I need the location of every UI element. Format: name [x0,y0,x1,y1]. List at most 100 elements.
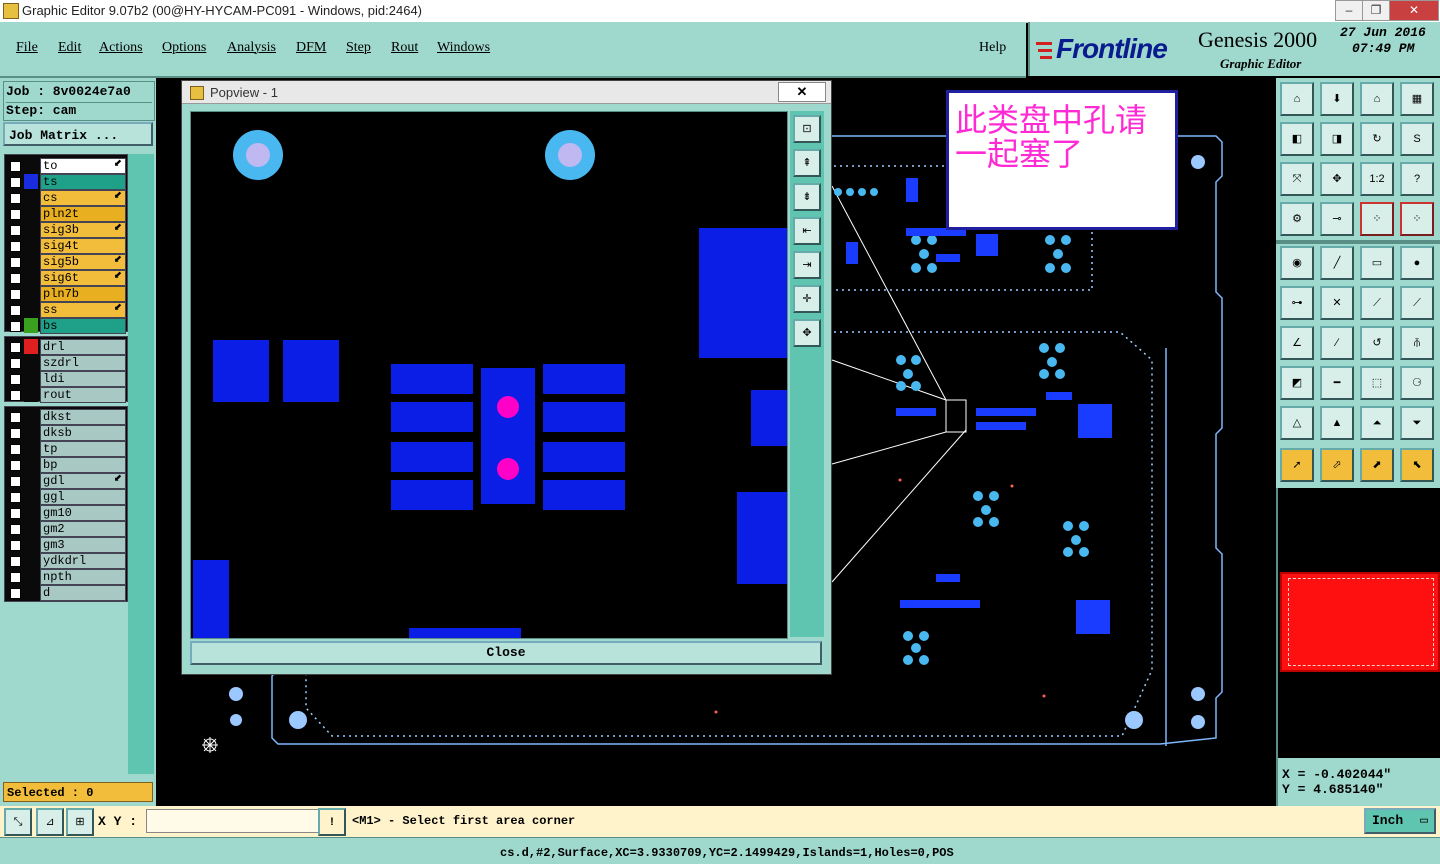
layer-color-swatch[interactable] [24,569,38,584]
layer-color-swatch[interactable] [24,302,38,317]
layer-color-swatch[interactable] [24,254,38,269]
layer-row-dksb[interactable]: dksb [6,425,126,441]
layer-color-swatch[interactable] [24,238,38,253]
layer-checkbox[interactable] [10,321,21,332]
layer-color-swatch[interactable] [24,505,38,520]
layer-color-swatch[interactable] [24,339,38,354]
layer-checkbox[interactable] [10,305,21,316]
swap-view-icon[interactable]: S [1400,122,1434,156]
layer-row-gm3[interactable]: gm3 [6,537,126,553]
circles-icon[interactable]: ⚆ [1400,366,1434,400]
menu-help[interactable]: Help [979,40,1006,56]
measure-icon[interactable]: ⚙ [1280,202,1314,236]
xy-input[interactable] [146,809,320,833]
help-icon[interactable]: ? [1400,162,1434,196]
layer-row-d[interactable]: d [6,585,126,601]
measure-tool-icon[interactable]: ⊿ [36,808,64,836]
zoom-in-icon[interactable]: ⬇ [1320,82,1354,116]
units-select[interactable]: Inch ▭ [1364,808,1436,834]
layer-color-swatch[interactable] [24,355,38,370]
zoom-box-icon[interactable]: ⤡ [4,808,32,836]
menu-analysis[interactable]: Analysis [227,40,276,56]
layer-row-to[interactable]: to ⬋ [6,158,126,174]
layer-row-sig4t[interactable]: sig4t [6,238,126,254]
pan-left-icon[interactable]: ◧ [1280,122,1314,156]
mini-map[interactable] [1276,488,1440,758]
triangle-arrow-icon[interactable]: ⏶ [1360,406,1394,440]
warning-icon[interactable]: ! [318,808,346,836]
slash-icon[interactable]: ∕ [1320,326,1354,360]
segment-icon[interactable]: ━ [1320,366,1354,400]
layer-checkbox[interactable] [10,193,21,204]
line-icon[interactable]: ╱ [1320,246,1354,280]
pad-icon[interactable]: ◉ [1280,246,1314,280]
box-select-icon[interactable]: ⬚ [1360,366,1394,400]
layer-checkbox[interactable] [10,289,21,300]
layer-row-tp[interactable]: tp [6,441,126,457]
window-view-icon[interactable]: ▦ [1400,82,1434,116]
triangle-up-icon[interactable]: ▲ [1320,406,1354,440]
layer-color-swatch[interactable] [24,190,38,205]
layer-checkbox[interactable] [10,161,21,172]
cross-icon[interactable]: ✕ [1320,286,1354,320]
menu-file[interactable]: File [16,40,38,56]
layer-color-swatch[interactable] [24,457,38,472]
layer-color-swatch[interactable] [24,318,38,333]
layer-checkbox[interactable] [10,390,21,401]
layer-row-pln7b[interactable]: pln7b [6,286,126,302]
snap-icon[interactable]: ⊸ [1320,202,1354,236]
layer-row-sig3b[interactable]: sig3b ⬋ [6,222,126,238]
layer-color-swatch[interactable] [24,521,38,536]
center-icon[interactable]: ✥ [1320,162,1354,196]
layer-color-swatch[interactable] [24,270,38,285]
layer-checkbox[interactable] [10,225,21,236]
maximize-button[interactable]: ❐ [1362,0,1390,21]
layer-checkbox[interactable] [10,572,21,583]
arc-icon[interactable]: ↺ [1360,326,1394,360]
layer-row-ss[interactable]: ss ⬋ [6,302,126,318]
layer-color-swatch[interactable] [24,473,38,488]
layer-checkbox[interactable] [10,540,21,551]
layer-color-swatch[interactable] [24,158,38,173]
popview-pan-left-icon[interactable]: ⇤ [793,217,821,245]
close-window-button[interactable]: ✕ [1389,0,1439,21]
layer-checkbox[interactable] [10,241,21,252]
home-view-icon[interactable]: ⌂ [1360,82,1394,116]
layer-checkbox[interactable] [10,524,21,535]
layer-row-ldi[interactable]: ldi [6,371,126,387]
layer-color-swatch[interactable] [24,174,38,189]
layer-checkbox[interactable] [10,209,21,220]
layer-toggle-2-icon[interactable]: ⁘ [1400,202,1434,236]
popview-close-x-button[interactable]: ✕ [778,82,826,102]
layer-row-cs[interactable]: cs ⬋ [6,190,126,206]
popview-pan-down-icon[interactable]: ⇟ [793,183,821,211]
connect-icon[interactable]: ⊶ [1280,286,1314,320]
minimize-button[interactable]: – [1335,0,1363,21]
layer-row-rout[interactable]: rout [6,387,126,403]
layer-checkbox[interactable] [10,412,21,423]
layer-color-swatch[interactable] [24,206,38,221]
layer-checkbox[interactable] [10,476,21,487]
layer-checkbox[interactable] [10,492,21,503]
popview-pan-right-icon[interactable]: ⇥ [793,251,821,279]
select-box-icon[interactable]: ⬀ [1320,448,1354,482]
menu-options[interactable]: Options [162,40,206,56]
layer-row-npth[interactable]: npth [6,569,126,585]
triangle-flip-icon[interactable]: ⏷ [1400,406,1434,440]
layer-checkbox[interactable] [10,358,21,369]
layer-color-swatch[interactable] [24,553,38,568]
layer-color-swatch[interactable] [24,286,38,301]
scale-icon[interactable]: 1:2 [1360,162,1394,196]
layer-row-ggl[interactable]: ggl [6,489,126,505]
select-net-icon[interactable]: ⬉ [1400,448,1434,482]
layer-checkbox[interactable] [10,177,21,188]
layer-color-swatch[interactable] [24,441,38,456]
layer-color-swatch[interactable] [24,371,38,386]
redraw-icon[interactable]: ↻ [1360,122,1394,156]
layer-color-swatch[interactable] [24,537,38,552]
layer-checkbox[interactable] [10,428,21,439]
grid-snap-icon[interactable]: ⊞ [66,808,94,836]
layer-row-sig6t[interactable]: sig6t ⬋ [6,270,126,286]
menu-windows[interactable]: Windows [437,40,490,56]
popview-zoom-in-icon[interactable]: ✛ [793,285,821,313]
